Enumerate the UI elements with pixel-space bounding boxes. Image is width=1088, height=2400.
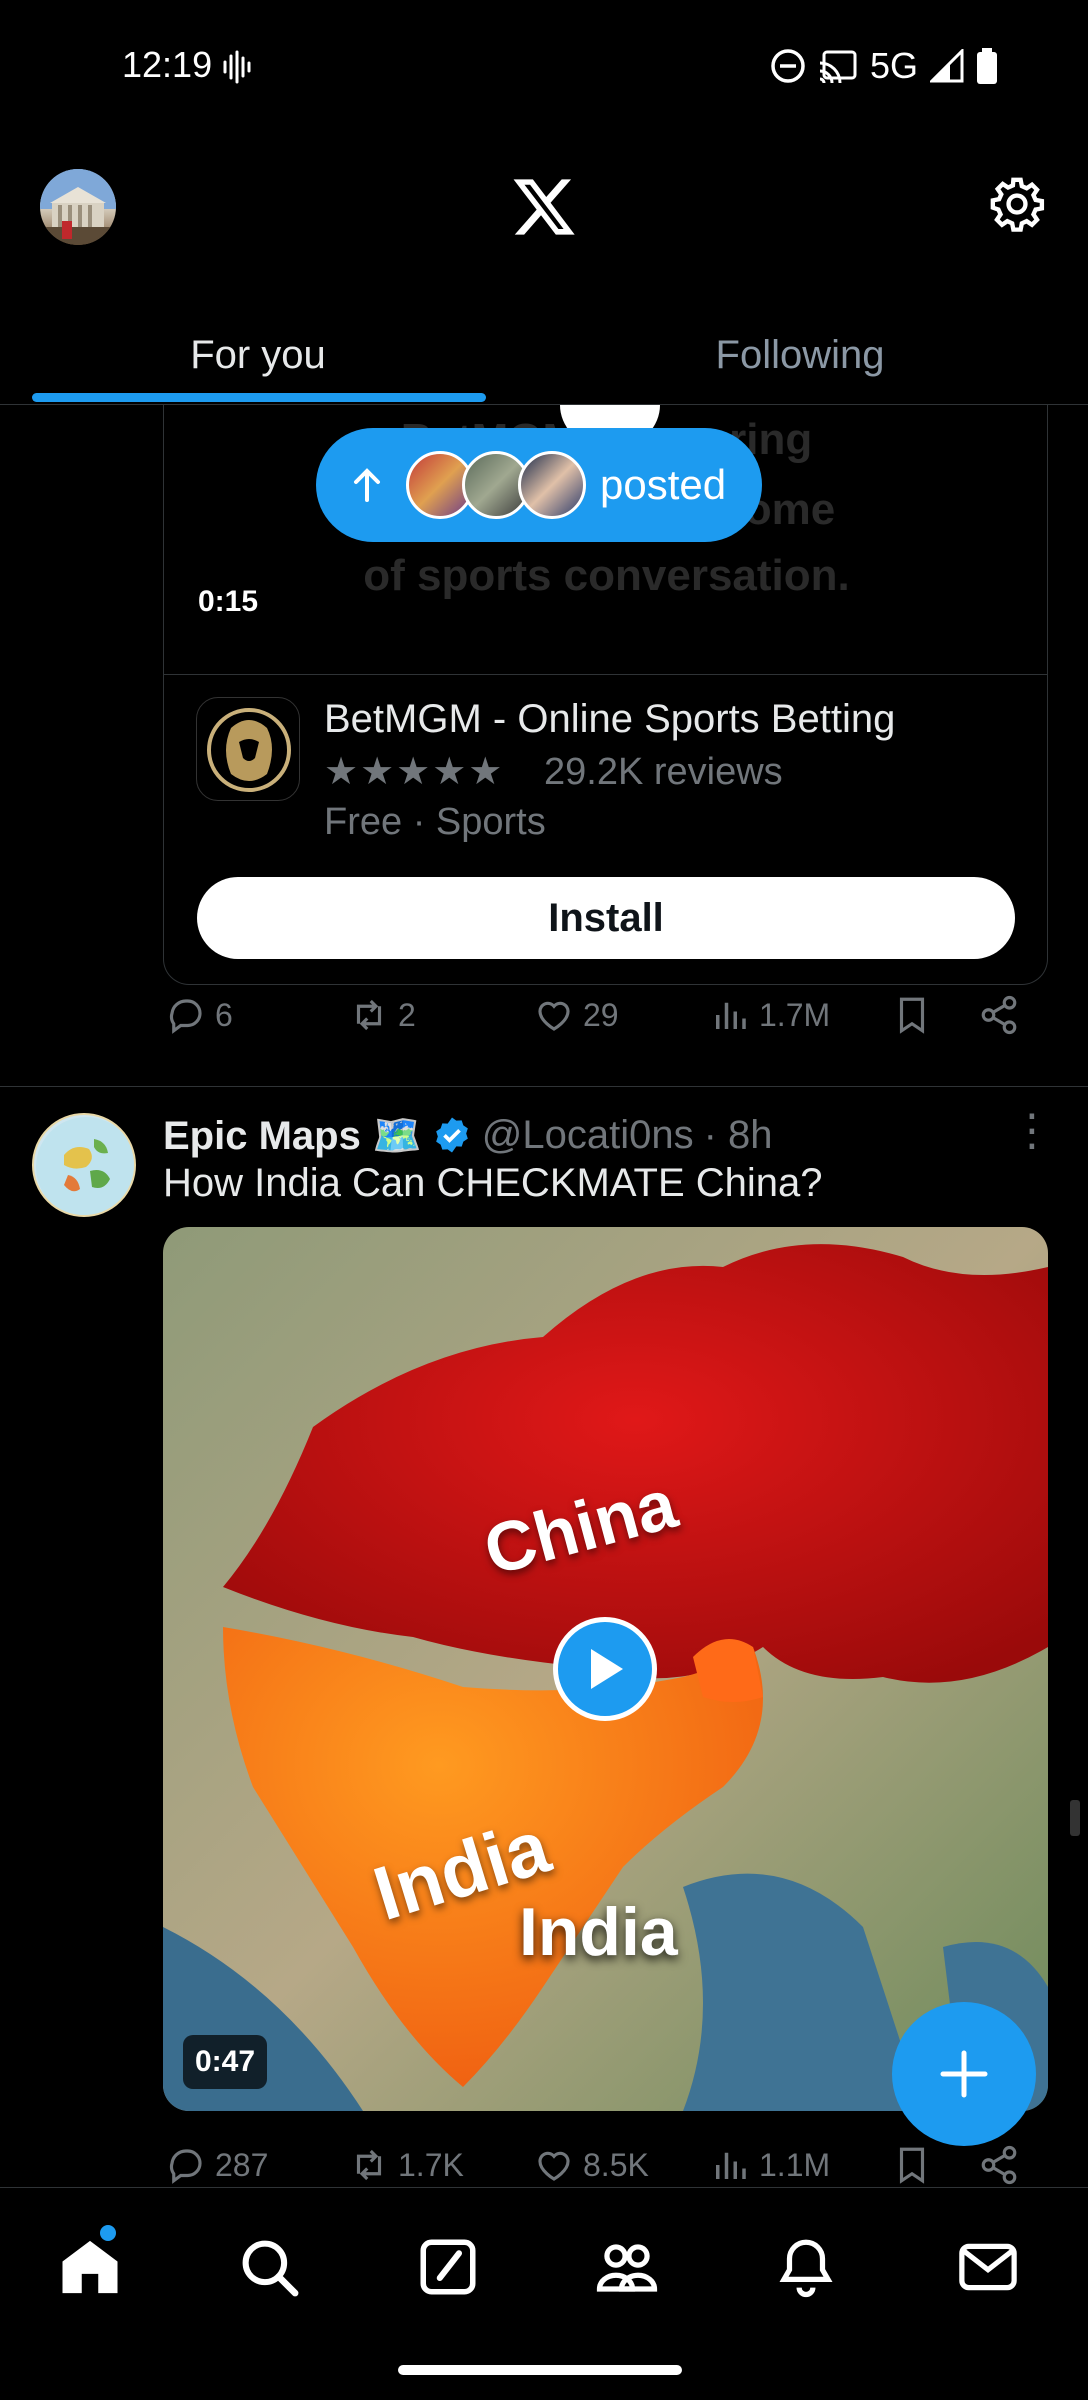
ad-video-duration: 0:15 xyxy=(198,585,259,618)
plus-icon xyxy=(940,2050,988,2098)
compose-post-button[interactable] xyxy=(892,2002,1036,2146)
tweet-action-row: 287 1.7K 8.5K 1.1M xyxy=(163,2135,1023,2187)
communities-icon[interactable] xyxy=(594,2234,660,2300)
ad-action-row: 6 2 29 1.7M xyxy=(163,985,1023,1045)
play-button[interactable] xyxy=(553,1617,657,1721)
bookmark-icon xyxy=(899,2147,925,2184)
new-posts-pill[interactable]: posted xyxy=(316,428,762,542)
repost-button[interactable]: 1.7K xyxy=(348,2135,464,2187)
new-posts-label: posted xyxy=(600,461,727,508)
scrollbar-thumb[interactable] xyxy=(1070,1800,1080,1836)
like-button[interactable]: 8.5K xyxy=(533,2135,649,2187)
more-options-icon[interactable]: ⋮ xyxy=(1010,1105,1054,1156)
like-count: 29 xyxy=(583,996,619,1033)
app-rating-stars: ★★★★★ xyxy=(324,751,505,793)
views-button[interactable]: 1.7M xyxy=(709,985,830,1045)
tweet-header: Epic Maps 🗺️ @Locati0ns · 8h xyxy=(163,1105,773,1165)
views-count: 1.1M xyxy=(759,2146,831,2183)
repost-button[interactable]: 2 xyxy=(348,985,416,1045)
video-duration: 0:47 xyxy=(183,2035,268,2089)
reply-button[interactable]: 6 xyxy=(165,985,233,1045)
posters-avatars xyxy=(406,451,586,519)
timeline-feed[interactable]: BetMGMring home of sports conversation. … xyxy=(0,405,1088,2187)
status-icons: 5G xyxy=(770,44,998,88)
views-icon xyxy=(716,2152,746,2179)
globe-map-image xyxy=(36,1117,134,1215)
repost-icon xyxy=(356,2149,382,2181)
cast-icon xyxy=(819,50,857,83)
do-not-disturb-icon xyxy=(771,49,805,83)
app-name: BetMGM - Online Sports Betting xyxy=(324,697,896,741)
install-button[interactable]: Install xyxy=(197,877,1015,959)
post-divider xyxy=(0,1086,1088,1087)
signal-icon xyxy=(930,49,964,83)
notifications-icon[interactable] xyxy=(773,2234,839,2300)
share-button[interactable] xyxy=(978,985,1020,1045)
like-button[interactable]: 29 xyxy=(533,985,619,1045)
tweet-video[interactable]: China India India 0:47 xyxy=(163,1227,1048,2111)
like-count: 8.5K xyxy=(583,2146,649,2183)
search-icon[interactable] xyxy=(236,2234,302,2300)
arrow-up-icon xyxy=(354,468,380,502)
status-bar: 12:19 5G xyxy=(0,0,1088,135)
gear-icon[interactable] xyxy=(988,175,1046,233)
gesture-home-bar[interactable] xyxy=(398,2365,682,2375)
share-icon xyxy=(981,2145,1017,2185)
reply-count: 6 xyxy=(215,996,233,1033)
tab-following[interactable]: Following xyxy=(542,305,1058,405)
author-handle[interactable]: @Locati0ns xyxy=(482,1113,694,1158)
compose-icon[interactable] xyxy=(415,2234,481,2300)
app-header: For you Following xyxy=(0,135,1088,405)
repost-icon xyxy=(356,999,382,1031)
app-meta: Free · Sports xyxy=(324,801,546,843)
tweet-author-avatar[interactable] xyxy=(32,1113,136,1217)
heart-icon xyxy=(538,1001,570,1031)
tweet-text: How India Can CHECKMATE China? xyxy=(163,1161,823,1205)
map-caption-india: India xyxy=(519,1894,678,1970)
profile-avatar[interactable] xyxy=(40,169,116,245)
reply-icon xyxy=(169,2149,202,2184)
author-name[interactable]: Epic Maps 🗺️ xyxy=(163,1112,422,1159)
reply-count: 287 xyxy=(215,2146,269,2183)
status-time: 12:19 xyxy=(122,44,213,85)
home-unread-dot xyxy=(100,2225,116,2241)
audio-wave-icon xyxy=(223,50,251,84)
repost-count: 2 xyxy=(398,996,416,1033)
poster-avatar xyxy=(518,451,586,519)
play-icon xyxy=(591,1649,623,1689)
active-tab-indicator xyxy=(32,393,486,402)
building-photo xyxy=(40,169,116,245)
post-time: · 8h xyxy=(703,1112,773,1157)
share-icon xyxy=(981,995,1017,1035)
tab-for-you[interactable]: For you xyxy=(30,305,486,405)
reply-button[interactable]: 287 xyxy=(165,2135,268,2187)
heart-icon xyxy=(538,2151,570,2181)
verified-badge-icon xyxy=(435,1117,468,1153)
bookmark-button[interactable] xyxy=(891,985,933,1045)
bookmark-icon xyxy=(899,997,925,1034)
home-icon[interactable] xyxy=(57,2234,123,2300)
app-reviews: 29.2K reviews xyxy=(544,751,783,793)
views-count: 1.7M xyxy=(759,996,831,1033)
network-label: 5G xyxy=(869,45,918,86)
bookmark-button[interactable] xyxy=(891,2135,933,2187)
betmgm-app-logo[interactable] xyxy=(196,697,300,801)
timeline-tabs: For you Following xyxy=(0,305,1088,405)
views-icon xyxy=(716,1002,746,1029)
repost-count: 1.7K xyxy=(398,2146,464,2183)
reply-icon xyxy=(169,999,202,1034)
battery-icon xyxy=(977,48,997,84)
x-logo-icon[interactable] xyxy=(510,173,578,241)
messages-icon[interactable] xyxy=(955,2234,1021,2300)
ad-video-text-line: of sports conversation. xyxy=(363,551,850,600)
views-button[interactable]: 1.1M xyxy=(709,2135,830,2187)
